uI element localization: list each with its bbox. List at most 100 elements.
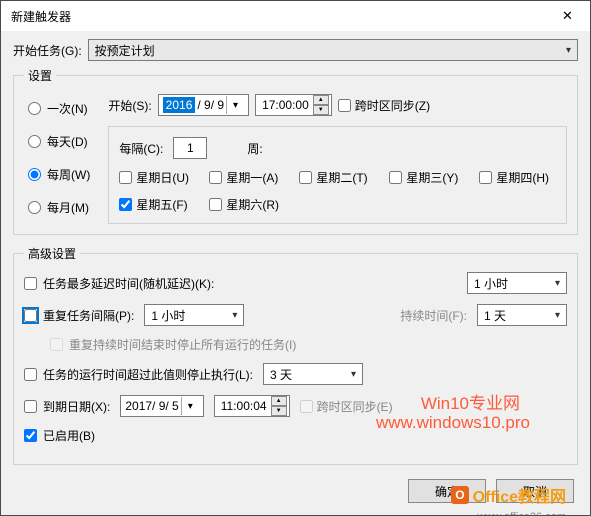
advanced-fieldset: 高级设置 任务最多延迟时间(随机延迟)(K): 1 小时 ▾ 重复任务间隔(P)… bbox=[13, 245, 578, 465]
start-label: 开始(S): bbox=[108, 97, 151, 114]
radio-once-input[interactable] bbox=[28, 102, 41, 115]
begin-task-combo[interactable]: 按预定计划 ▾ bbox=[88, 39, 578, 61]
adv-delay-checkbox[interactable] bbox=[24, 277, 37, 290]
settings-fieldset: 设置 一次(N) 每天(D) 每周(W) bbox=[13, 67, 578, 235]
radio-monthly-label: 每月(M) bbox=[47, 199, 89, 216]
expire-date-input[interactable]: 2017/ 9/ 5 ▾ bbox=[120, 395, 203, 417]
week-label: 周: bbox=[247, 140, 262, 157]
start-date-rest: / 9/ 9 bbox=[197, 98, 224, 112]
spinner-down-icon[interactable]: ▼ bbox=[271, 406, 287, 416]
adv-stopall-row: 重复持续时间结束时停止所有运行的任务(I) bbox=[24, 336, 567, 353]
radio-weekly[interactable]: 每周(W) bbox=[28, 166, 90, 183]
day-fri[interactable]: 星期五(F) bbox=[119, 196, 195, 213]
adv-duration-combo[interactable]: 1 天 ▾ bbox=[477, 304, 567, 326]
chevron-down-icon: ▾ bbox=[232, 310, 237, 321]
close-icon: ✕ bbox=[562, 8, 573, 24]
radio-daily[interactable]: 每天(D) bbox=[28, 133, 90, 150]
adv-repeat[interactable]: 重复任务间隔(P): bbox=[24, 307, 134, 324]
watermark-text-4: www.office26.com bbox=[478, 511, 566, 516]
time-spinner[interactable]: ▲ ▼ bbox=[313, 95, 329, 115]
adv-repeat-combo[interactable]: 1 小时 ▾ bbox=[144, 304, 244, 326]
time-spinner[interactable]: ▲ ▼ bbox=[271, 396, 287, 416]
every-input[interactable]: 1 bbox=[173, 137, 207, 159]
window-title: 新建触发器 bbox=[11, 8, 71, 25]
adv-enabled-checkbox[interactable] bbox=[24, 429, 37, 442]
radio-daily-input[interactable] bbox=[28, 135, 41, 148]
cancel-button[interactable]: 取消 bbox=[496, 479, 574, 503]
days-group: 星期日(U) 星期一(A) 星期二(T) 星期三(Y) 星期四(H) 星期五(F… bbox=[119, 169, 556, 213]
day-sun[interactable]: 星期日(U) bbox=[119, 169, 195, 186]
adv-repeat-checkbox[interactable] bbox=[24, 309, 37, 322]
titlebar: 新建触发器 ✕ bbox=[1, 1, 590, 31]
spinner-up-icon[interactable]: ▲ bbox=[271, 396, 287, 406]
dialog-window: 新建触发器 ✕ 开始任务(G): 按预定计划 ▾ 设置 一次(N) bbox=[0, 0, 591, 516]
expire-sync-tz-label: 跨时区同步(E) bbox=[317, 398, 393, 415]
adv-delay-label: 任务最多延迟时间(随机延迟)(K): bbox=[43, 275, 214, 292]
day-mon[interactable]: 星期一(A) bbox=[209, 169, 285, 186]
adv-enabled-label: 已启用(B) bbox=[43, 427, 95, 444]
adv-runlimit[interactable]: 任务的运行时间超过此值则停止执行(L): bbox=[24, 366, 253, 383]
adv-expire[interactable]: 到期日期(X): bbox=[24, 398, 110, 415]
adv-delay[interactable]: 任务最多延迟时间(随机延迟)(K): bbox=[24, 275, 214, 292]
chevron-down-icon: ▾ bbox=[555, 278, 560, 289]
begin-task-value: 按预定计划 bbox=[95, 42, 155, 59]
expire-sync-tz[interactable]: 跨时区同步(E) bbox=[300, 398, 393, 415]
start-time-input[interactable]: 17:00:00 ▲ ▼ bbox=[255, 94, 332, 116]
chevron-down-icon: ▾ bbox=[555, 310, 560, 321]
expire-date-value: 2017/ 9/ 5 bbox=[125, 399, 178, 413]
close-button[interactable]: ✕ bbox=[545, 1, 590, 31]
calendar-chevron-icon[interactable]: ▾ bbox=[181, 397, 199, 415]
ok-button[interactable]: 确定 bbox=[408, 479, 486, 503]
radio-daily-label: 每天(D) bbox=[47, 133, 88, 150]
sync-tz-label: 跨时区同步(Z) bbox=[355, 97, 430, 114]
start-date-input[interactable]: 2016 / 9/ 9 ▾ bbox=[158, 94, 249, 116]
every-label: 每隔(C): bbox=[119, 140, 163, 157]
day-wed[interactable]: 星期三(Y) bbox=[389, 169, 465, 186]
radio-once-label: 一次(N) bbox=[47, 100, 88, 117]
start-year: 2016 bbox=[163, 97, 196, 113]
weekly-panel: 每隔(C): 1 周: 星期日(U) 星期一(A) 星期二(T) 星期三(Y) … bbox=[108, 126, 567, 224]
chevron-down-icon: ▾ bbox=[351, 369, 356, 380]
adv-enabled-row: 已启用(B) bbox=[24, 427, 567, 444]
radio-monthly-input[interactable] bbox=[28, 201, 41, 214]
day-sat[interactable]: 星期六(R) bbox=[209, 196, 285, 213]
adv-delay-combo[interactable]: 1 小时 ▾ bbox=[467, 272, 567, 294]
settings-legend: 设置 bbox=[24, 67, 56, 84]
adv-expire-checkbox[interactable] bbox=[24, 400, 37, 413]
adv-repeat-row: 重复任务间隔(P): 1 小时 ▾ 持续时间(F): 1 天 ▾ bbox=[24, 304, 567, 326]
calendar-chevron-icon[interactable]: ▾ bbox=[226, 96, 244, 114]
dialog-buttons: 确定 取消 bbox=[408, 479, 574, 503]
radio-weekly-label: 每周(W) bbox=[47, 166, 90, 183]
spinner-up-icon[interactable]: ▲ bbox=[313, 95, 329, 105]
advanced-legend: 高级设置 bbox=[24, 245, 80, 262]
adv-runlimit-combo[interactable]: 3 天 ▾ bbox=[263, 363, 363, 385]
adv-stopall-checkbox bbox=[50, 338, 63, 351]
content-area: 开始任务(G): 按预定计划 ▾ 设置 一次(N) 每天(D) bbox=[1, 31, 590, 483]
sync-tz[interactable]: 跨时区同步(Z) bbox=[338, 97, 430, 114]
start-time-value: 17:00:00 bbox=[262, 98, 309, 112]
expire-time-input[interactable]: 11:00:04 ▲ ▼ bbox=[214, 395, 290, 417]
expire-sync-tz-checkbox[interactable] bbox=[300, 400, 313, 413]
adv-stopall-label: 重复持续时间结束时停止所有运行的任务(I) bbox=[69, 336, 296, 353]
day-tue[interactable]: 星期二(T) bbox=[299, 169, 375, 186]
begin-task-label: 开始任务(G): bbox=[13, 42, 82, 59]
adv-runlimit-row: 任务的运行时间超过此值则停止执行(L): 3 天 ▾ bbox=[24, 363, 567, 385]
adv-delay-row: 任务最多延迟时间(随机延迟)(K): 1 小时 ▾ bbox=[24, 272, 567, 294]
adv-repeat-label: 重复任务间隔(P): bbox=[43, 307, 134, 324]
chevron-down-icon: ▾ bbox=[566, 45, 571, 56]
adv-runlimit-checkbox[interactable] bbox=[24, 368, 37, 381]
expire-time-value: 11:00:04 bbox=[221, 399, 267, 413]
radio-once[interactable]: 一次(N) bbox=[28, 100, 90, 117]
start-row: 开始(S): 2016 / 9/ 9 ▾ 17:00:00 ▲ ▼ bbox=[108, 94, 567, 116]
schedule-radios: 一次(N) 每天(D) 每周(W) 每月(M) bbox=[24, 94, 94, 224]
day-thu[interactable]: 星期四(H) bbox=[479, 169, 555, 186]
radio-weekly-input[interactable] bbox=[28, 168, 41, 181]
begin-task-row: 开始任务(G): 按预定计划 ▾ bbox=[13, 39, 578, 61]
adv-runlimit-label: 任务的运行时间超过此值则停止执行(L): bbox=[43, 366, 253, 383]
adv-enabled[interactable]: 已启用(B) bbox=[24, 427, 95, 444]
radio-monthly[interactable]: 每月(M) bbox=[28, 199, 90, 216]
every-value: 1 bbox=[187, 141, 194, 155]
sync-tz-checkbox[interactable] bbox=[338, 99, 351, 112]
adv-expire-label: 到期日期(X): bbox=[43, 398, 110, 415]
spinner-down-icon[interactable]: ▼ bbox=[313, 105, 329, 115]
